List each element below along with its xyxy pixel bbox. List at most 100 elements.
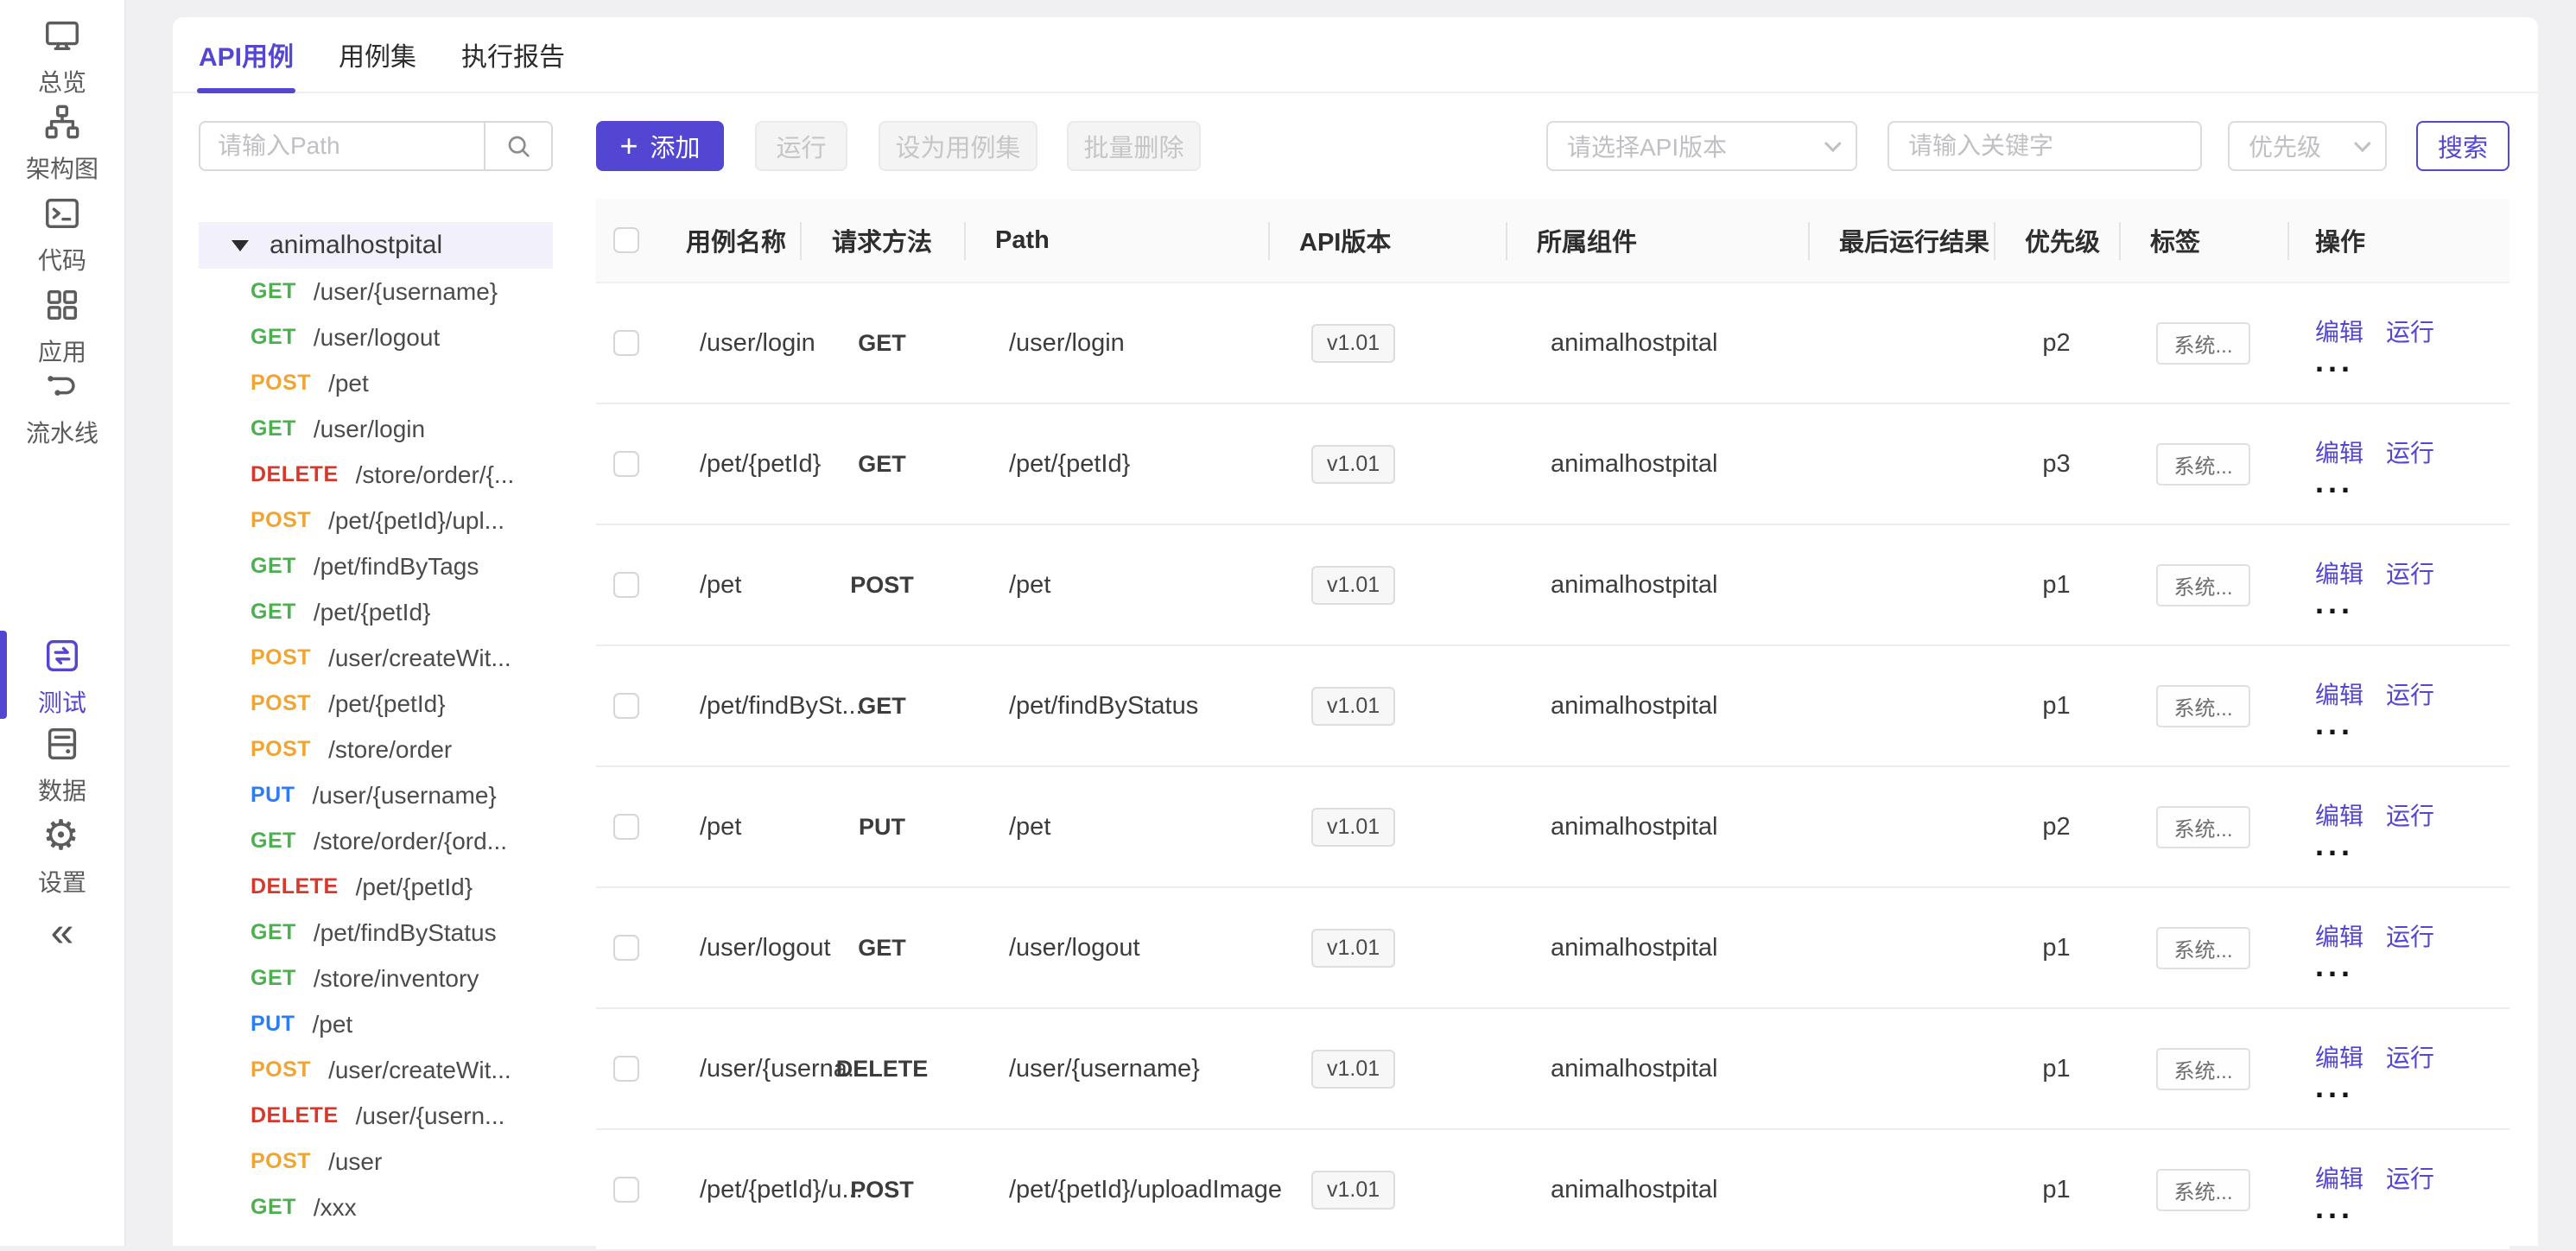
- case-list-panel: +添加 运行 设为用例集 批量删除 请选择API版本 优先级 搜索 用例名称 请…: [596, 121, 2509, 1251]
- tree-item[interactable]: POST/store/order: [199, 727, 553, 772]
- tree-item[interactable]: GET/pet/findByTags: [199, 543, 553, 589]
- sidebar-item-label: 应用: [38, 333, 86, 368]
- row-checkbox[interactable]: [613, 1177, 639, 1203]
- run-link[interactable]: 运行: [2386, 314, 2434, 348]
- more-actions-button[interactable]: ...: [2315, 834, 2354, 856]
- more-actions-button[interactable]: ...: [2315, 955, 2354, 977]
- tree-item[interactable]: GET/xxx: [199, 1184, 553, 1230]
- tree-root-node[interactable]: animalhostpital: [199, 222, 553, 269]
- set-as-suite-button[interactable]: 设为用例集: [879, 121, 1037, 171]
- active-indicator-bar: [0, 631, 7, 719]
- priority-select[interactable]: 优先级: [2228, 121, 2387, 171]
- sidebar-item-code[interactable]: 代码: [0, 194, 124, 276]
- select-placeholder: 优先级: [2249, 129, 2321, 163]
- select-placeholder: 请选择API版本: [1567, 129, 1727, 163]
- row-checkbox[interactable]: [613, 1056, 639, 1082]
- batch-delete-button[interactable]: 批量删除: [1067, 121, 1201, 171]
- row-checkbox[interactable]: [613, 814, 639, 840]
- method-cell: PUT: [800, 767, 964, 886]
- search-button[interactable]: 搜索: [2416, 121, 2509, 171]
- tree-item[interactable]: DELETE/user/{usern...: [199, 1093, 553, 1139]
- tag-badge: 系统...: [2156, 1048, 2249, 1090]
- more-actions-button[interactable]: ...: [2315, 350, 2354, 372]
- sidebar-item-apps[interactable]: 应用: [0, 285, 124, 368]
- sidebar-item-test[interactable]: 测试: [0, 636, 124, 719]
- api-version-select[interactable]: 请选择API版本: [1546, 121, 1857, 171]
- sidebar-item-architecture[interactable]: 架构图: [0, 102, 124, 185]
- endpoint-path: /pet/{petId}: [328, 690, 445, 718]
- add-button[interactable]: +添加: [596, 121, 724, 171]
- sidebar-item-overview[interactable]: 总览: [0, 16, 124, 98]
- component-cell: animalhostpital: [1506, 525, 1808, 645]
- tree-item[interactable]: DELETE/store/order/{...: [199, 452, 553, 498]
- run-link[interactable]: 运行: [2386, 556, 2434, 590]
- priority-cell: p2: [1994, 767, 2119, 886]
- row-checkbox[interactable]: [613, 935, 639, 961]
- http-method-label: POST: [251, 508, 311, 533]
- endpoint-path: /pet: [328, 370, 369, 397]
- tree-item[interactable]: GET/pet/{petId}: [199, 589, 553, 635]
- tree-item[interactable]: GET/pet/findByStatus: [199, 910, 553, 956]
- tree-item[interactable]: POST/pet/{petId}/upl...: [199, 498, 553, 543]
- sidebar-item-label: 总览: [38, 64, 86, 98]
- path-cell: /user/logout: [964, 888, 1268, 1007]
- component-cell: animalhostpital: [1506, 888, 1808, 1007]
- endpoint-path: /user/createWit...: [328, 645, 511, 672]
- keyword-input[interactable]: [1888, 121, 2202, 171]
- endpoint-path: /store/order: [328, 736, 452, 764]
- case-name-cell: /pet/{petId}: [655, 404, 800, 524]
- select-all-checkbox[interactable]: [613, 227, 639, 253]
- priority-cell: p3: [1994, 404, 2119, 524]
- row-checkbox[interactable]: [613, 330, 639, 356]
- column-header-case-name: 用例名称: [655, 199, 800, 282]
- api-version-tag: v1.01: [1311, 324, 1395, 363]
- more-actions-button[interactable]: ...: [2315, 1076, 2354, 1098]
- run-link[interactable]: 运行: [2386, 797, 2434, 832]
- sidebar-item-data[interactable]: 数据: [0, 724, 124, 807]
- method-cell: POST: [800, 525, 964, 645]
- tree-item[interactable]: GET/store/inventory: [199, 956, 553, 1001]
- sidebar-item-pipeline[interactable]: 流水线: [0, 366, 124, 449]
- tag-badge: 系统...: [2156, 443, 2249, 486]
- tree-item[interactable]: POST/user: [199, 1139, 553, 1184]
- run-link[interactable]: 运行: [2386, 918, 2434, 953]
- tree-item[interactable]: PUT/pet: [199, 1001, 553, 1047]
- more-actions-button[interactable]: ...: [2315, 1197, 2354, 1219]
- tree-item[interactable]: GET/store/order/{ord...: [199, 818, 553, 864]
- path-search-input[interactable]: [199, 121, 484, 171]
- row-checkbox[interactable]: [613, 451, 639, 477]
- more-actions-button[interactable]: ...: [2315, 471, 2354, 493]
- run-button[interactable]: 运行: [755, 121, 847, 171]
- run-link[interactable]: 运行: [2386, 435, 2434, 469]
- tree-item[interactable]: GET/user/logout: [199, 314, 553, 360]
- collapse-sidebar-button[interactable]: «: [0, 909, 124, 956]
- more-actions-button[interactable]: ...: [2315, 713, 2354, 735]
- sidebar-item-label: 测试: [38, 684, 86, 719]
- api-version-tag: v1.01: [1311, 687, 1395, 726]
- row-checkbox[interactable]: [613, 572, 639, 598]
- tree-item[interactable]: POST/pet/{petId}: [199, 681, 553, 727]
- tab-api-cases[interactable]: API用例: [199, 17, 294, 92]
- tab-case-suites[interactable]: 用例集: [339, 17, 416, 92]
- table-header-row: 用例名称 请求方法 Path API版本 所属组件 最后运行结果 优先级 标签 …: [596, 199, 2509, 283]
- api-version-tag: v1.01: [1311, 445, 1395, 484]
- tree-item[interactable]: PUT/user/{username}: [199, 772, 553, 818]
- row-checkbox[interactable]: [613, 693, 639, 719]
- sidebar-item-settings[interactable]: ⚙ 设置: [0, 816, 124, 899]
- tree-search-button[interactable]: [484, 121, 553, 171]
- tree-item[interactable]: POST/pet: [199, 360, 553, 406]
- tab-bar: API用例 用例集 执行报告: [173, 17, 2538, 93]
- caret-down-icon: [232, 240, 249, 251]
- tree-item[interactable]: POST/user/createWit...: [199, 1047, 553, 1093]
- run-link[interactable]: 运行: [2386, 1039, 2434, 1074]
- path-cell: /pet: [964, 525, 1268, 645]
- tree-item[interactable]: GET/user/{username}: [199, 269, 553, 314]
- tab-exec-reports[interactable]: 执行报告: [461, 17, 565, 92]
- tree-item[interactable]: POST/user/createWit...: [199, 635, 553, 681]
- more-actions-button[interactable]: ...: [2315, 592, 2354, 614]
- run-link[interactable]: 运行: [2386, 676, 2434, 711]
- tree-item[interactable]: DELETE/pet/{petId}: [199, 864, 553, 910]
- run-link[interactable]: 运行: [2386, 1160, 2434, 1195]
- sidebar: 总览 架构图 代码 应用 流水线 测试 数据 ⚙ 设置: [0, 0, 126, 1246]
- tree-item[interactable]: GET/user/login: [199, 406, 553, 452]
